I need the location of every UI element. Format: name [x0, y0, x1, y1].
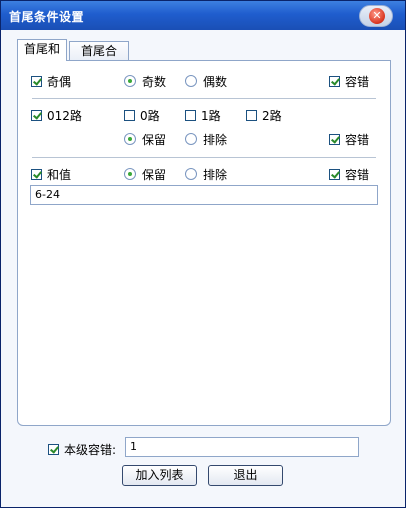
- sum-checkbox[interactable]: [31, 168, 42, 180]
- dialog-window: 首尾条件设置 ✕ 首尾和 首尾合 奇偶 奇数 偶数 容错 012路 0路 1路 …: [0, 0, 406, 508]
- route-keep-option[interactable]: 保留: [124, 131, 166, 147]
- sum-tolerance-checkbox[interactable]: [329, 168, 340, 180]
- window-title: 首尾条件设置: [9, 10, 85, 24]
- close-button[interactable]: ✕: [359, 5, 393, 27]
- separator: [32, 98, 376, 99]
- sum-option[interactable]: 和值: [31, 166, 71, 182]
- tab-head-tail-sum[interactable]: 首尾和: [17, 39, 67, 61]
- sum-tolerance-label: 容错: [345, 167, 370, 182]
- route-keep-radio[interactable]: [124, 133, 136, 145]
- parity-option[interactable]: 奇偶: [31, 73, 71, 89]
- route012-option[interactable]: 012路: [31, 107, 82, 123]
- route1-checkbox[interactable]: [185, 109, 196, 121]
- sum-keep-label: 保留: [142, 167, 167, 182]
- sum-tolerance-option[interactable]: 容错: [329, 166, 369, 182]
- odd-label: 奇数: [142, 74, 167, 89]
- route012-label: 012路: [47, 108, 82, 123]
- route1-label: 1路: [201, 108, 221, 123]
- route2-checkbox[interactable]: [246, 109, 257, 121]
- separator: [32, 157, 376, 158]
- add-to-list-button[interactable]: 加入列表: [122, 465, 197, 486]
- sum-label: 和值: [47, 167, 72, 182]
- exit-button[interactable]: 退出: [208, 465, 283, 486]
- parity-tolerance-label: 容错: [345, 74, 370, 89]
- close-icon: ✕: [369, 8, 385, 24]
- level-tolerance-checkbox[interactable]: [48, 443, 59, 455]
- tab-head-tail-combine[interactable]: 首尾合: [69, 41, 129, 61]
- odd-radio[interactable]: [124, 75, 136, 87]
- route012-checkbox[interactable]: [31, 109, 42, 121]
- route0-option[interactable]: 0路: [124, 107, 160, 123]
- parity-tolerance-option[interactable]: 容错: [329, 73, 369, 89]
- level-tolerance-input[interactable]: 1: [125, 437, 359, 457]
- sum-keep-radio[interactable]: [124, 168, 136, 180]
- even-label: 偶数: [203, 74, 228, 89]
- parity-label: 奇偶: [47, 74, 72, 89]
- title-bar: 首尾条件设置 ✕: [1, 1, 405, 30]
- route0-checkbox[interactable]: [124, 109, 135, 121]
- route-exclude-label: 排除: [203, 132, 228, 147]
- route-tolerance-checkbox[interactable]: [329, 133, 340, 145]
- route2-label: 2路: [262, 108, 282, 123]
- route-tolerance-option[interactable]: 容错: [329, 131, 369, 147]
- even-radio[interactable]: [185, 75, 197, 87]
- route-exclude-option[interactable]: 排除: [185, 131, 227, 147]
- route1-option[interactable]: 1路: [185, 107, 221, 123]
- route-exclude-radio[interactable]: [185, 133, 197, 145]
- sum-exclude-radio[interactable]: [185, 168, 197, 180]
- sum-keep-option[interactable]: 保留: [124, 166, 166, 182]
- parity-tolerance-checkbox[interactable]: [329, 75, 340, 87]
- odd-option[interactable]: 奇数: [124, 73, 166, 89]
- route0-label: 0路: [140, 108, 160, 123]
- sum-exclude-label: 排除: [203, 167, 228, 182]
- route-tolerance-label: 容错: [345, 132, 370, 147]
- sum-range-input[interactable]: 6-24: [30, 185, 378, 205]
- even-option[interactable]: 偶数: [185, 73, 227, 89]
- level-tolerance-label: 本级容错:: [64, 442, 117, 457]
- level-tolerance-option[interactable]: 本级容错:: [48, 441, 116, 457]
- route2-option[interactable]: 2路: [246, 107, 282, 123]
- sum-exclude-option[interactable]: 排除: [185, 166, 227, 182]
- tab-panel: 奇偶 奇数 偶数 容错 012路 0路 1路 2路 保留 排除 容错 和值 保留…: [17, 60, 391, 426]
- parity-checkbox[interactable]: [31, 75, 42, 87]
- route-keep-label: 保留: [142, 132, 167, 147]
